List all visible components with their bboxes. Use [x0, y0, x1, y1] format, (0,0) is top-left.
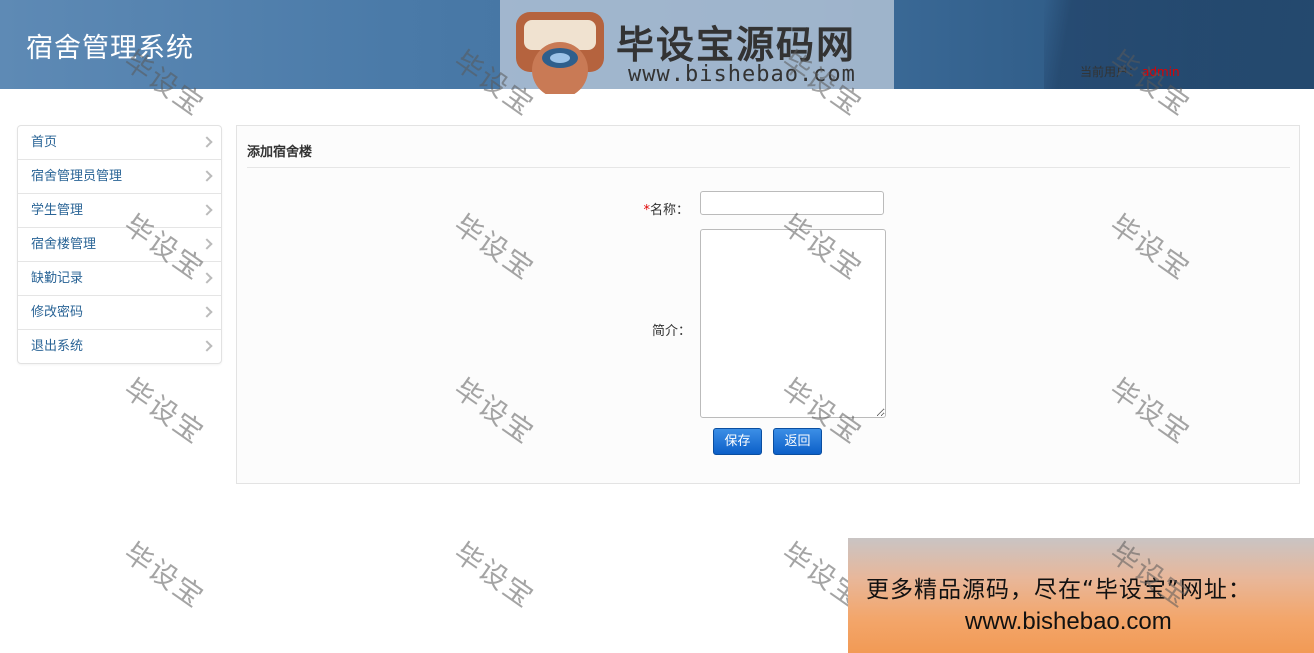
name-label: *名称：	[589, 199, 689, 218]
sidebar-item-label: 修改密码	[31, 305, 84, 320]
sidebar-item-label: 宿舍楼管理	[31, 237, 97, 252]
watermark-text: 毕设宝	[117, 371, 211, 451]
mascot-logo-icon	[516, 12, 604, 94]
sidebar-item-home[interactable]: 首页	[18, 126, 221, 160]
app-title: 宿舍管理系统	[26, 33, 194, 64]
chevron-right-icon	[201, 272, 213, 284]
name-label-text: 名称：	[649, 203, 689, 218]
promo-banner-url: www.bishebao.com	[965, 608, 1172, 635]
panel-title: 添加宿舍楼	[247, 145, 313, 160]
current-user-info: 当前用户： admin	[1080, 63, 1180, 80]
chevron-right-icon	[201, 340, 213, 352]
intro-label: 简介：	[651, 324, 691, 339]
promo-banner[interactable]: 更多精品源码，尽在“毕设宝”网址： www.bishebao.com	[848, 538, 1314, 653]
sidebar-item-label: 学生管理	[31, 203, 84, 218]
panel-divider	[247, 167, 1290, 168]
name-input[interactable]	[700, 191, 884, 215]
add-building-panel: 添加宿舍楼 *名称： 简介： 保存 返回	[236, 125, 1300, 484]
sidebar-item-dorm-admin[interactable]: 宿舍管理员管理	[18, 160, 221, 194]
intro-textarea[interactable]	[700, 229, 886, 418]
logo-site-url: www.bishebao.com	[628, 62, 856, 87]
save-button[interactable]: 保存	[713, 428, 762, 455]
sidebar-nav: 首页 宿舍管理员管理 学生管理 宿舍楼管理 缺勤记录 修改密码 退出系统	[17, 125, 222, 364]
promo-banner-text: 更多精品源码，尽在“毕设宝”网址：	[866, 577, 1252, 603]
sidebar-item-buildings[interactable]: 宿舍楼管理	[18, 228, 221, 262]
chevron-right-icon	[201, 136, 213, 148]
current-user-name[interactable]: admin	[1142, 65, 1180, 79]
chevron-right-icon	[201, 238, 213, 250]
sidebar-item-students[interactable]: 学生管理	[18, 194, 221, 228]
sidebar-item-label: 宿舍管理员管理	[31, 169, 123, 184]
watermark-text: 毕设宝	[117, 535, 211, 615]
sidebar-item-logout[interactable]: 退出系统	[18, 330, 221, 363]
sidebar-item-password[interactable]: 修改密码	[18, 296, 221, 330]
chevron-right-icon	[201, 204, 213, 216]
sidebar-item-label: 首页	[31, 135, 58, 150]
chevron-right-icon	[201, 306, 213, 318]
sidebar-item-label: 退出系统	[31, 339, 84, 354]
current-user-label: 当前用户：	[1080, 65, 1141, 79]
watermark-text: 毕设宝	[447, 535, 541, 615]
chevron-right-icon	[201, 170, 213, 182]
site-logo-watermark: 毕设宝源码网 www.bishebao.com	[500, 0, 894, 94]
sidebar-item-absence[interactable]: 缺勤记录	[18, 262, 221, 296]
back-button[interactable]: 返回	[773, 428, 822, 455]
sidebar-item-label: 缺勤记录	[31, 271, 84, 286]
logo-site-name: 毕设宝源码网	[616, 23, 857, 67]
